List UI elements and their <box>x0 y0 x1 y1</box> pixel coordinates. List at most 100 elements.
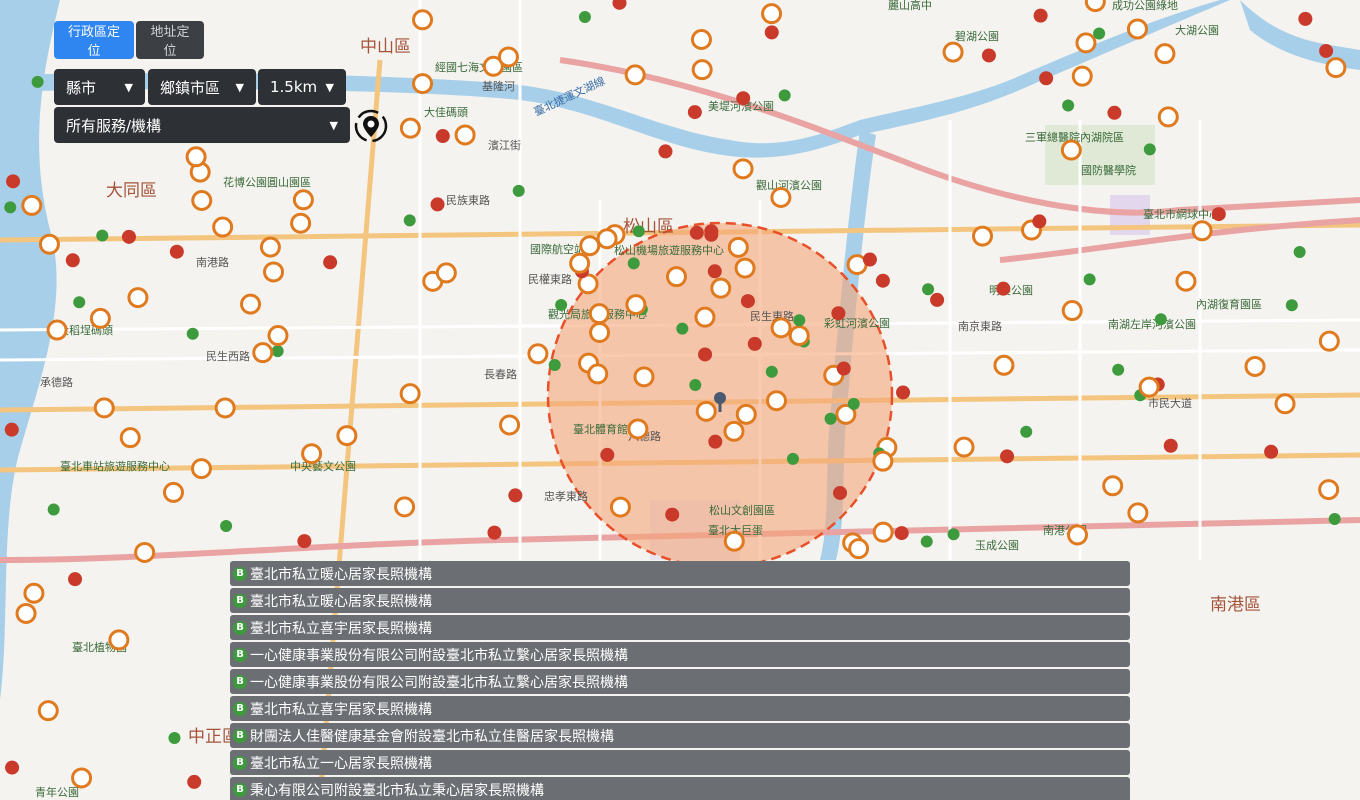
marker-c-icon[interactable] <box>831 306 846 321</box>
marker-c-icon[interactable] <box>508 488 523 503</box>
marker-care-icon[interactable] <box>1127 502 1149 524</box>
marker-care-icon[interactable] <box>1126 18 1148 40</box>
marker-care-icon[interactable] <box>1325 57 1347 79</box>
marker-care-icon[interactable] <box>761 3 783 25</box>
tab-admin-location[interactable]: 行政區定位 <box>54 21 134 59</box>
marker-c-icon[interactable] <box>707 264 722 279</box>
marker-b-icon[interactable] <box>271 345 284 358</box>
marker-care-icon[interactable] <box>872 450 894 472</box>
list-item[interactable]: B 財團法人佳醫健康基金會附設臺北市私立佳醫居家長照機構 <box>230 723 1130 748</box>
marker-b-icon[interactable] <box>632 225 645 238</box>
marker-care-icon[interactable] <box>690 28 712 50</box>
marker-b-icon[interactable] <box>4 201 17 214</box>
marker-care-icon[interactable] <box>1067 524 1089 546</box>
marker-c-icon[interactable] <box>875 273 890 288</box>
marker-care-icon[interactable] <box>770 186 792 208</box>
list-item[interactable]: B 臺北市私立喜宇居家長照機構 <box>230 615 1130 640</box>
marker-care-icon[interactable] <box>394 496 416 518</box>
marker-care-icon[interactable] <box>665 266 687 288</box>
marker-c-icon[interactable] <box>1319 43 1334 58</box>
locate-icon[interactable] <box>352 107 390 145</box>
marker-care-icon[interactable] <box>108 629 130 651</box>
marker-care-icon[interactable] <box>412 73 434 95</box>
marker-care-icon[interactable] <box>301 443 323 465</box>
marker-c-icon[interactable] <box>1032 214 1047 229</box>
marker-c-icon[interactable] <box>833 485 848 500</box>
marker-b-icon[interactable] <box>1328 513 1341 526</box>
marker-care-icon[interactable] <box>191 189 213 211</box>
marker-b-icon[interactable] <box>786 452 799 465</box>
marker-c-icon[interactable] <box>1264 444 1279 459</box>
marker-c-icon[interactable] <box>689 225 704 240</box>
marker-b-icon[interactable] <box>922 283 935 296</box>
list-item[interactable]: B 臺北市私立一心居家長照機構 <box>230 750 1130 775</box>
marker-care-icon[interactable] <box>596 228 618 250</box>
marker-care-icon[interactable] <box>1154 43 1176 65</box>
marker-care-icon[interactable] <box>119 427 141 449</box>
marker-care-icon[interactable] <box>185 146 207 168</box>
marker-care-icon[interactable] <box>38 233 60 255</box>
marker-b-icon[interactable] <box>1285 299 1298 312</box>
marker-b-icon[interactable] <box>920 535 933 548</box>
marker-c-icon[interactable] <box>487 525 502 540</box>
marker-b-icon[interactable] <box>847 397 860 410</box>
marker-b-icon[interactable] <box>676 322 689 335</box>
marker-care-icon[interactable] <box>127 287 149 309</box>
marker-b-icon[interactable] <box>578 10 591 23</box>
list-item[interactable]: B 一心健康事業股份有限公司附設臺北市私立繫心居家長照機構 <box>230 642 1130 667</box>
marker-b-icon[interactable] <box>555 299 568 312</box>
marker-care-icon[interactable] <box>710 277 732 299</box>
marker-c-icon[interactable] <box>740 294 755 309</box>
service-select[interactable]: 所有服務/機構 ▼ <box>54 107 350 143</box>
marker-c-icon[interactable] <box>704 224 719 239</box>
marker-care-icon[interactable] <box>71 767 93 789</box>
marker-b-icon[interactable] <box>1093 27 1106 40</box>
marker-care-icon[interactable] <box>336 425 358 447</box>
marker-care-icon[interactable] <box>267 325 289 347</box>
marker-b-icon[interactable] <box>1112 363 1125 376</box>
marker-care-icon[interactable] <box>527 343 549 365</box>
marker-b-icon[interactable] <box>1143 143 1156 156</box>
marker-c-icon[interactable] <box>981 48 996 63</box>
marker-care-icon[interactable] <box>37 700 59 722</box>
marker-c-icon[interactable] <box>896 385 911 400</box>
marker-care-icon[interactable] <box>588 303 610 325</box>
marker-care-icon[interactable] <box>23 582 45 604</box>
marker-b-icon[interactable] <box>186 327 199 340</box>
marker-c-icon[interactable] <box>1000 449 1015 464</box>
marker-care-icon[interactable] <box>993 354 1015 376</box>
marker-c-icon[interactable] <box>862 252 877 267</box>
marker-c-icon[interactable] <box>600 447 615 462</box>
marker-b-icon[interactable] <box>824 412 837 425</box>
marker-care-icon[interactable] <box>972 225 994 247</box>
radius-select[interactable]: 1.5km ▼ <box>258 69 346 105</box>
marker-care-icon[interactable] <box>1075 32 1097 54</box>
marker-care-icon[interactable] <box>723 420 745 442</box>
marker-c-icon[interactable] <box>121 229 136 244</box>
marker-b-icon[interactable] <box>793 314 806 327</box>
marker-care-icon[interactable] <box>848 538 870 560</box>
marker-c-icon[interactable] <box>1107 105 1122 120</box>
marker-care-icon[interactable] <box>953 436 975 458</box>
marker-care-icon[interactable] <box>292 189 314 211</box>
marker-care-icon[interactable] <box>240 293 262 315</box>
marker-care-icon[interactable] <box>694 306 716 328</box>
marker-c-icon[interactable] <box>187 774 202 789</box>
marker-c-icon[interactable] <box>435 129 450 144</box>
marker-care-icon[interactable] <box>732 158 754 180</box>
marker-care-icon[interactable] <box>263 261 285 283</box>
marker-care-icon[interactable] <box>624 64 646 86</box>
marker-b-icon[interactable] <box>689 379 702 392</box>
marker-care-icon[interactable] <box>695 400 717 422</box>
marker-b-icon[interactable] <box>548 359 561 372</box>
marker-c-icon[interactable] <box>6 174 21 189</box>
marker-care-icon[interactable] <box>569 252 591 274</box>
marker-care-icon[interactable] <box>1138 376 1160 398</box>
marker-care-icon[interactable] <box>499 414 521 436</box>
marker-c-icon[interactable] <box>1039 71 1054 86</box>
marker-c-icon[interactable] <box>297 534 312 549</box>
marker-b-icon[interactable] <box>96 229 109 242</box>
marker-care-icon[interactable] <box>21 194 43 216</box>
marker-c-icon[interactable] <box>747 336 762 351</box>
marker-care-icon[interactable] <box>727 236 749 258</box>
